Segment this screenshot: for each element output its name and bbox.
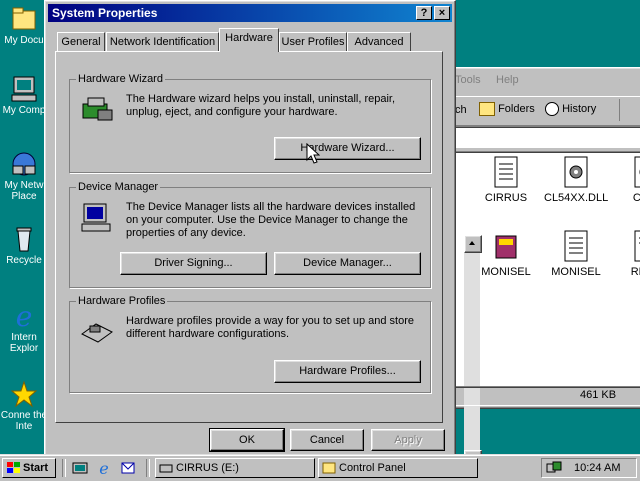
explorer-menubar: Tools Help bbox=[441, 74, 640, 92]
device-manager-description: The Device Manager lists all the hardwar… bbox=[126, 201, 416, 239]
file-name: CIRRUS bbox=[484, 192, 528, 204]
dll-gear-icon bbox=[633, 156, 640, 188]
file-name: MONISEL bbox=[551, 266, 601, 278]
desktop-icon-recycle-bin[interactable]: Recycle bbox=[0, 225, 48, 266]
file-item[interactable]: CL54 bbox=[614, 156, 640, 204]
svg-text:e: e bbox=[99, 460, 108, 476]
explorer-toolbar: ch Folders History bbox=[441, 96, 640, 126]
driver-signing-button[interactable]: Driver Signing... bbox=[120, 252, 267, 275]
task-control-panel[interactable]: Control Panel bbox=[318, 458, 478, 478]
dialog-title: System Properties bbox=[52, 6, 158, 20]
tab-advanced[interactable]: Advanced bbox=[347, 32, 411, 51]
hardware-wizard-button[interactable]: Hardware Wizard... bbox=[274, 137, 421, 160]
file-name: CL54XX.DLL bbox=[544, 192, 609, 204]
hardware-wizard-group: Hardware Wizard The Hardware wizard help… bbox=[69, 73, 431, 173]
mouse-cursor-icon bbox=[306, 142, 321, 168]
desktop-icon-network-places[interactable]: My Netw Place bbox=[0, 150, 48, 202]
status-bar: 461 KB bbox=[449, 386, 640, 406]
file-item[interactable]: READ bbox=[614, 230, 640, 278]
hardware-wizard-icon bbox=[80, 94, 114, 127]
desktop-icon-my-computer[interactable]: My Comp bbox=[0, 75, 48, 116]
hardware-profiles-icon bbox=[80, 316, 114, 349]
help-button[interactable]: ? bbox=[416, 6, 432, 20]
hardware-profiles-heading: Hardware Profiles bbox=[76, 295, 168, 307]
internet-explorer-icon: e bbox=[9, 300, 39, 333]
taskbar: Start e CIRRUS (E:) Control Panel 10:24 … bbox=[0, 454, 640, 481]
address-bar[interactable] bbox=[449, 126, 640, 148]
my-computer-icon bbox=[9, 75, 39, 103]
svg-text:e: e bbox=[16, 302, 33, 330]
toolbar-divider bbox=[619, 99, 620, 121]
explorer-window: Tools Help ch Folders History CIRRUS CL5… bbox=[440, 67, 640, 468]
close-button[interactable]: × bbox=[434, 6, 450, 20]
dll-gear-icon bbox=[563, 156, 589, 188]
system-tray: 10:24 AM bbox=[541, 458, 637, 478]
hardware-tab-panel: Hardware Wizard The Hardware wizard help… bbox=[55, 51, 443, 423]
apply-button[interactable]: Apply bbox=[371, 429, 445, 451]
hardware-wizard-description: The Hardware wizard helps you install, u… bbox=[126, 93, 396, 118]
control-panel-icon bbox=[322, 461, 336, 481]
hardware-profiles-description: Hardware profiles provide a way for you … bbox=[126, 315, 414, 340]
search-button[interactable]: ch bbox=[455, 104, 467, 116]
file-item[interactable]: MONISEL bbox=[544, 230, 608, 278]
file-item[interactable]: MONISEL bbox=[474, 230, 538, 278]
desktop-icon-label: Recycle bbox=[6, 255, 42, 266]
status-size: 461 KB bbox=[580, 389, 617, 401]
desktop-icon-connect-internet[interactable]: Conne the Inte bbox=[0, 380, 48, 432]
file-item[interactable]: CL54XX.DLL bbox=[544, 156, 608, 204]
menu-tools[interactable]: Tools bbox=[455, 74, 481, 86]
device-manager-heading: Device Manager bbox=[76, 181, 161, 193]
drive-icon bbox=[159, 461, 173, 481]
tab-network-identification[interactable]: Network Identification bbox=[106, 32, 219, 51]
computer-icon bbox=[80, 202, 114, 237]
desktop-icon-label: Conne the Inte bbox=[0, 410, 48, 432]
file-name: CL54 bbox=[632, 192, 640, 204]
clock[interactable]: 10:24 AM bbox=[574, 459, 620, 477]
desktop-icon-label: Intern Explor bbox=[9, 332, 39, 354]
desktop-icon-my-documents[interactable]: My Docu bbox=[0, 5, 48, 46]
device-manager-button[interactable]: Device Manager... bbox=[274, 252, 421, 275]
book-icon bbox=[493, 230, 519, 262]
network-places-icon bbox=[9, 150, 39, 178]
taskbar-divider bbox=[146, 459, 150, 477]
menu-help[interactable]: Help bbox=[496, 74, 519, 86]
taskbar-divider bbox=[62, 459, 66, 477]
document-icon bbox=[563, 230, 589, 262]
show-desktop-icon[interactable] bbox=[72, 460, 88, 479]
task-cirrus[interactable]: CIRRUS (E:) bbox=[155, 458, 315, 478]
hardware-profiles-button[interactable]: Hardware Profiles... bbox=[274, 360, 421, 383]
folders-icon bbox=[479, 102, 495, 116]
file-name: MONISEL bbox=[481, 266, 531, 278]
desktop-icon-internet-explorer[interactable]: e Intern Explor bbox=[0, 300, 48, 354]
hardware-profiles-group: Hardware Profiles Hardware profiles prov… bbox=[69, 295, 431, 393]
file-name: READ bbox=[630, 266, 640, 278]
device-manager-group: Device Manager The Device Manager lists … bbox=[69, 181, 431, 288]
desktop-icon-label: My Netw Place bbox=[4, 180, 44, 202]
tab-user-profiles[interactable]: User Profiles bbox=[279, 32, 347, 51]
cancel-button[interactable]: Cancel bbox=[290, 429, 364, 451]
tray-icon[interactable] bbox=[546, 461, 562, 481]
hardware-wizard-heading: Hardware Wizard bbox=[76, 73, 165, 85]
file-item[interactable]: CIRRUS bbox=[474, 156, 538, 204]
outlook-express-icon[interactable] bbox=[120, 460, 136, 479]
desktop-icon-label: My Docu bbox=[4, 35, 44, 46]
tab-general[interactable]: General bbox=[57, 32, 105, 51]
document-icon bbox=[493, 156, 519, 188]
history-icon bbox=[545, 102, 559, 116]
windows-logo-icon bbox=[7, 462, 21, 480]
system-properties-dialog: System Properties ? × General Network Id… bbox=[44, 0, 456, 459]
my-documents-icon bbox=[9, 5, 39, 33]
desktop-icon-label: My Comp bbox=[2, 105, 46, 116]
history-button[interactable]: History bbox=[545, 102, 596, 116]
ok-button[interactable]: OK bbox=[209, 428, 285, 452]
file-pane: CIRRUS CL54XX.DLL CL54 MONISEL MONISEL R… bbox=[449, 151, 640, 468]
tab-hardware[interactable]: Hardware bbox=[219, 28, 279, 52]
folders-button[interactable]: Folders bbox=[479, 102, 535, 116]
recycle-bin-icon bbox=[9, 225, 39, 253]
document-icon bbox=[633, 230, 640, 262]
internet-explorer-quicklaunch-icon[interactable]: e bbox=[96, 459, 112, 479]
start-button[interactable]: Start bbox=[2, 458, 56, 478]
connect-internet-icon bbox=[9, 380, 39, 408]
dialog-titlebar[interactable]: System Properties ? × bbox=[48, 4, 452, 22]
